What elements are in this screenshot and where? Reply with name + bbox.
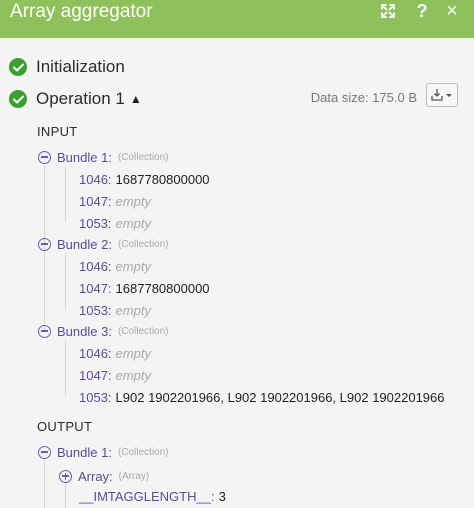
list-item: __IMTAGGLENGTH__: 3 bbox=[79, 488, 226, 504]
check-circle-icon bbox=[9, 58, 27, 76]
bundle-name: Bundle 2: bbox=[57, 236, 112, 252]
help-icon[interactable]: ? bbox=[412, 1, 432, 21]
collapse-icon[interactable] bbox=[38, 237, 51, 251]
list-item: 1046: empty bbox=[79, 258, 151, 274]
list-item: 1046: empty bbox=[79, 345, 151, 361]
step-initialization[interactable]: Initialization bbox=[9, 56, 125, 78]
array-name: Array: bbox=[78, 468, 113, 484]
array-type: (Array) bbox=[118, 470, 150, 482]
tree-line bbox=[65, 340, 66, 396]
expand-plus-icon[interactable] bbox=[59, 469, 72, 483]
bundle-name: Bundle 3: bbox=[57, 323, 112, 339]
list-item: 1047: empty bbox=[79, 193, 151, 209]
step-initialization-label: Initialization bbox=[36, 57, 125, 76]
list-item: 1053: L902 1902201966, L902 1902201966, … bbox=[79, 389, 445, 405]
list-item: 1046: 1687780800000 bbox=[79, 171, 210, 187]
panel-title: Array aggregator bbox=[10, 1, 153, 22]
data-size: Data size: 175.0 B bbox=[310, 90, 417, 105]
output-section-label: OUTPUT bbox=[37, 419, 93, 434]
log-content: Initialization Operation 1 ▲ Data size: … bbox=[0, 38, 474, 508]
input-section-label: INPUT bbox=[37, 124, 78, 139]
caret-up-icon[interactable]: ▲ bbox=[130, 92, 142, 106]
tree-line bbox=[65, 483, 66, 508]
step-operation-label: Operation 1 bbox=[36, 89, 125, 108]
input-bundle-1[interactable]: Bundle 1: (Collection) bbox=[38, 148, 169, 166]
download-icon bbox=[431, 89, 452, 101]
list-item: 1053: empty bbox=[79, 215, 151, 231]
input-bundle-2[interactable]: Bundle 2: (Collection) bbox=[38, 235, 169, 253]
download-button[interactable] bbox=[426, 83, 458, 107]
step-operation[interactable]: Operation 1 ▲ bbox=[9, 88, 142, 110]
input-bundle-3[interactable]: Bundle 3: (Collection) bbox=[38, 322, 169, 340]
collapse-icon[interactable] bbox=[38, 150, 51, 164]
bundle-type: (Collection) bbox=[117, 325, 169, 337]
close-icon[interactable]: × bbox=[442, 0, 462, 22]
bundle-name: Bundle 1: bbox=[57, 149, 112, 165]
tree-line bbox=[44, 459, 45, 508]
bundle-name: Bundle 1: bbox=[57, 444, 112, 460]
list-item: 1053: empty bbox=[79, 302, 151, 318]
tree-line bbox=[65, 166, 66, 222]
output-array[interactable]: Array: (Array) bbox=[59, 467, 149, 485]
list-item: 1047: 1687780800000 bbox=[79, 280, 210, 296]
bundle-type: (Collection) bbox=[117, 151, 169, 163]
tree-line bbox=[65, 253, 66, 309]
bundle-type: (Collection) bbox=[117, 446, 169, 458]
bundle-type: (Collection) bbox=[117, 238, 169, 250]
check-circle-icon bbox=[9, 90, 27, 108]
output-bundle-1[interactable]: Bundle 1: (Collection) bbox=[38, 443, 169, 461]
expand-icon[interactable] bbox=[378, 1, 398, 21]
panel-header: Array aggregator ? × bbox=[0, 0, 474, 38]
collapse-icon[interactable] bbox=[38, 445, 51, 459]
collapse-icon[interactable] bbox=[38, 324, 51, 338]
list-item: 1047: empty bbox=[79, 367, 151, 383]
